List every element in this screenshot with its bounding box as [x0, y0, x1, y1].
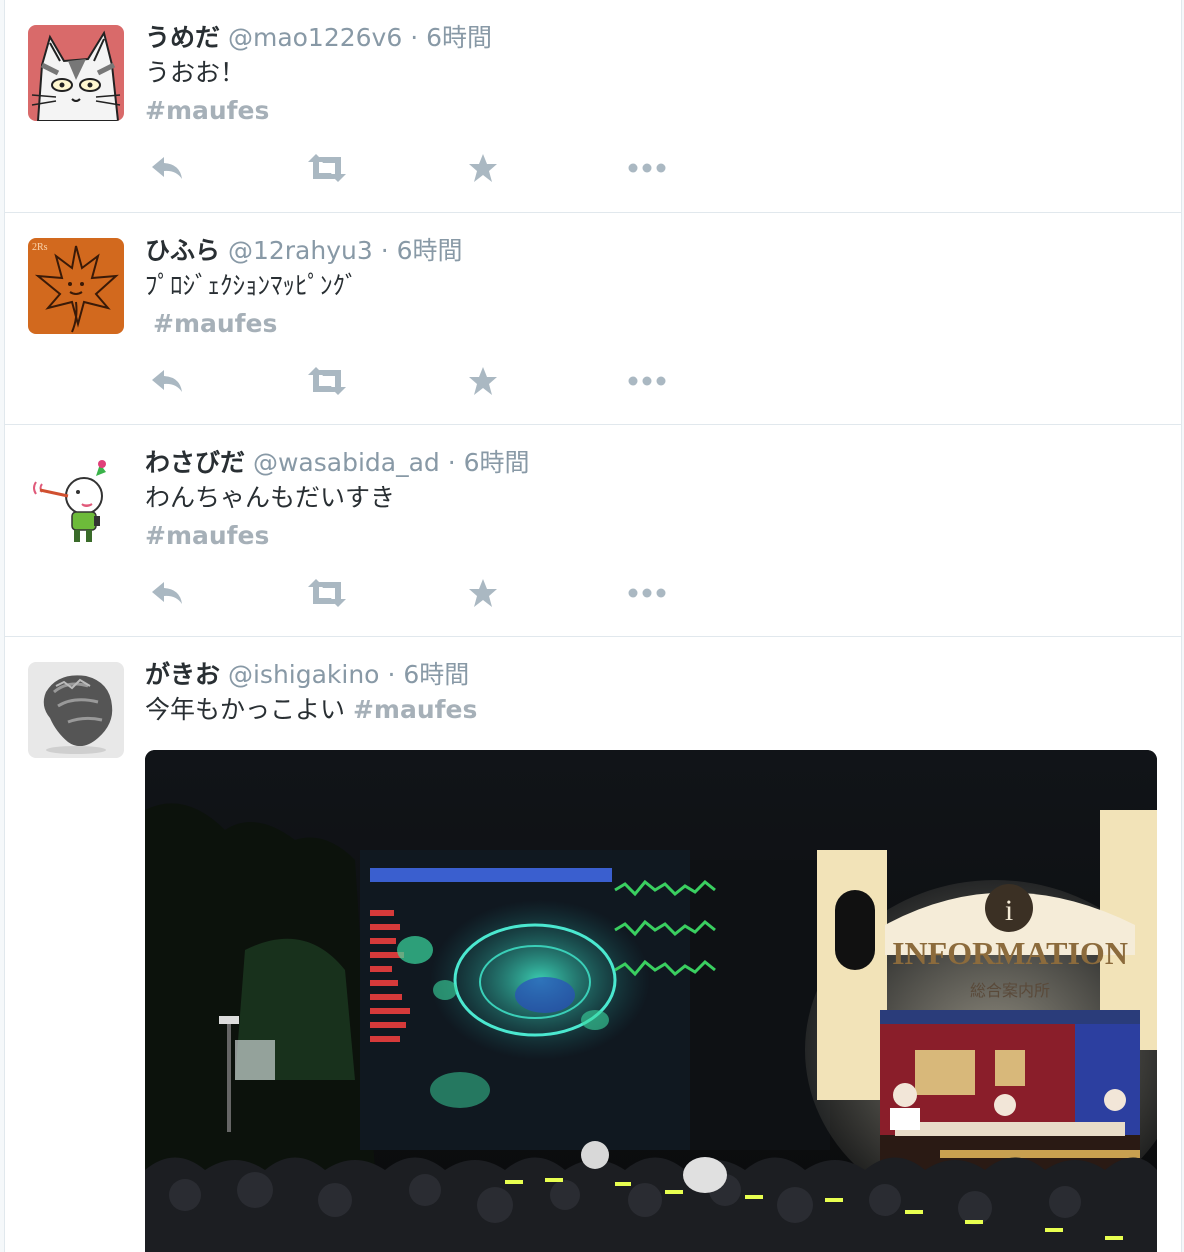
timestamp[interactable]: 6時間 — [464, 448, 530, 477]
information-sign-sub: 総合案内所 — [970, 982, 1050, 1000]
avatar[interactable] — [28, 25, 124, 121]
tweet-text-line: うおお！ — [145, 58, 246, 87]
fullname[interactable]: ひふら — [145, 236, 220, 265]
more-dots-icon — [628, 376, 666, 386]
more-button[interactable] — [617, 573, 677, 613]
tweet-actions — [145, 573, 705, 613]
tweet[interactable]: がきお @ishigakino · 6時間 今年もかっこよい #maufes i… — [5, 637, 1181, 1252]
more-button[interactable] — [617, 361, 677, 401]
fullname[interactable]: わさびだ — [145, 448, 245, 477]
fullname[interactable]: うめだ — [145, 23, 220, 52]
tweet-content: がきお @ishigakino · 6時間 今年もかっこよい #maufes — [145, 659, 1157, 729]
hashtag-link[interactable]: #maufes — [153, 309, 277, 338]
retweet-button[interactable] — [297, 148, 357, 188]
star-icon — [469, 154, 497, 182]
tweet-header: うめだ @mao1226v6 · 6時間 — [145, 22, 1157, 54]
tweet-media-photo[interactable]: i INFORMATION 総合案内所 — [145, 750, 1157, 1252]
night-projection-mapping-photo: i INFORMATION 総合案内所 — [145, 750, 1157, 1252]
avatar-label: 2Rs — [32, 242, 48, 253]
tweet-text: うおお！ #maufes — [145, 54, 1157, 130]
information-sign: INFORMATION — [892, 935, 1128, 971]
timestamp[interactable]: 6時間 — [397, 236, 463, 265]
tweet-text: わんちゃんもだいすき #maufes — [145, 479, 1157, 555]
timeline: うめだ @mao1226v6 · 6時間 うおお！ #maufes 2Rs ひふ… — [4, 0, 1182, 1252]
separator: · — [447, 448, 456, 477]
timestamp[interactable]: 6時間 — [426, 23, 492, 52]
tweet-text-line: ﾌﾟﾛｼﾞｪｸｼｮﾝﾏｯﾋﾟﾝｸﾞ — [145, 271, 358, 300]
hashtag-link[interactable]: #maufes — [145, 96, 269, 125]
hashtag-link[interactable]: #maufes — [353, 695, 477, 724]
favorite-button[interactable] — [453, 573, 513, 613]
rock-avatar-icon — [28, 662, 124, 758]
fullname[interactable]: がきお — [145, 660, 220, 689]
timestamp[interactable]: 6時間 — [403, 660, 469, 689]
more-dots-icon — [628, 163, 666, 173]
star-icon — [469, 367, 497, 395]
reply-icon — [152, 370, 182, 392]
tweet[interactable]: うめだ @mao1226v6 · 6時間 うおお！ #maufes — [5, 0, 1181, 213]
more-button[interactable] — [617, 148, 677, 188]
avatar[interactable]: 2Rs — [28, 238, 124, 334]
cartoon-character-avatar-icon — [28, 450, 124, 546]
more-dots-icon — [628, 588, 666, 598]
username[interactable]: @mao1226v6 — [228, 23, 402, 52]
tweet-text: 今年もかっこよい #maufes — [145, 691, 1157, 729]
cat-avatar-icon — [28, 25, 124, 121]
star-icon — [469, 579, 497, 607]
tweet-actions — [145, 361, 705, 401]
hashtag-link[interactable]: #maufes — [145, 521, 269, 550]
favorite-button[interactable] — [453, 361, 513, 401]
reply-icon — [152, 157, 182, 179]
tweet-text-line: わんちゃんもだいすき — [145, 483, 396, 512]
separator: · — [387, 660, 396, 689]
username[interactable]: @ishigakino — [228, 660, 380, 689]
retweet-icon — [308, 367, 346, 395]
tweet-header: がきお @ishigakino · 6時間 — [145, 659, 1157, 691]
reply-button[interactable] — [137, 148, 197, 188]
tweet-header: ひふら @12rahyu3 · 6時間 — [145, 235, 1157, 267]
tweet-actions — [145, 148, 705, 188]
tweet-text-line: 今年もかっこよい — [145, 695, 346, 724]
avatar[interactable] — [28, 450, 124, 546]
reply-button[interactable] — [137, 573, 197, 613]
maple-leaf-avatar-icon: 2Rs — [28, 238, 124, 334]
separator: · — [410, 23, 419, 52]
retweet-button[interactable] — [297, 361, 357, 401]
info-i-glyph: i — [1005, 894, 1013, 927]
separator: · — [380, 236, 389, 265]
retweet-icon — [308, 579, 346, 607]
tweet-text: ﾌﾟﾛｼﾞｪｸｼｮﾝﾏｯﾋﾟﾝｸﾞ #maufes — [145, 267, 1157, 343]
tweet[interactable]: わさびだ @wasabida_ad · 6時間 わんちゃんもだいすき #mauf… — [5, 425, 1181, 637]
tweet-content: ひふら @12rahyu3 · 6時間 ﾌﾟﾛｼﾞｪｸｼｮﾝﾏｯﾋﾟﾝｸﾞ #m… — [145, 235, 1157, 395]
reply-icon — [152, 582, 182, 604]
avatar[interactable] — [28, 662, 124, 758]
tweet[interactable]: 2Rs ひふら @12rahyu3 · 6時間 ﾌﾟﾛｼﾞｪｸｼｮﾝﾏｯﾋﾟﾝｸ… — [5, 213, 1181, 425]
tweet-content: うめだ @mao1226v6 · 6時間 うおお！ #maufes — [145, 22, 1157, 182]
username[interactable]: @12rahyu3 — [228, 236, 373, 265]
tweet-header: わさびだ @wasabida_ad · 6時間 — [145, 447, 1157, 479]
tweet-content: わさびだ @wasabida_ad · 6時間 わんちゃんもだいすき #mauf… — [145, 447, 1157, 607]
retweet-button[interactable] — [297, 573, 357, 613]
reply-button[interactable] — [137, 361, 197, 401]
favorite-button[interactable] — [453, 148, 513, 188]
username[interactable]: @wasabida_ad — [253, 448, 440, 477]
retweet-icon — [308, 154, 346, 182]
